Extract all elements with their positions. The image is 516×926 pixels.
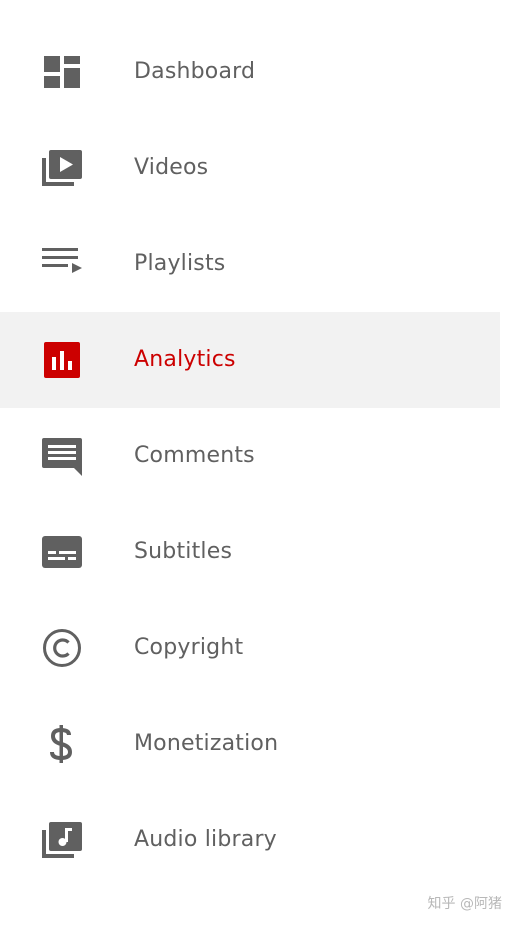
sidebar-item-copyright[interactable]: Copyright bbox=[0, 600, 500, 696]
copyright-icon bbox=[40, 628, 84, 668]
analytics-icon bbox=[40, 340, 84, 380]
comments-icon bbox=[40, 436, 84, 476]
sidebar-item-label: Videos bbox=[134, 155, 209, 180]
sidebar-item-label: Subtitles bbox=[134, 539, 233, 564]
sidebar-item-label: Comments bbox=[134, 443, 255, 468]
sidebar-item-dashboard[interactable]: Dashboard bbox=[0, 24, 500, 120]
sidebar-item-label: Monetization bbox=[134, 731, 279, 756]
dashboard-icon bbox=[40, 52, 84, 92]
sidebar-item-audio-library[interactable]: Audio library bbox=[0, 792, 500, 888]
sidebar-item-subtitles[interactable]: Subtitles bbox=[0, 504, 500, 600]
subtitles-icon bbox=[40, 532, 84, 572]
sidebar-item-monetization[interactable]: Monetization bbox=[0, 696, 500, 792]
sidebar-item-playlists[interactable]: Playlists bbox=[0, 216, 500, 312]
sidebar-item-comments[interactable]: Comments bbox=[0, 408, 500, 504]
sidebar-item-label: Dashboard bbox=[134, 59, 256, 84]
sidebar-item-videos[interactable]: Videos bbox=[0, 120, 500, 216]
sidebar-item-label: Audio library bbox=[134, 827, 277, 852]
watermark: 知乎 @阿猪 bbox=[427, 896, 502, 912]
audio-library-icon bbox=[40, 820, 84, 860]
videos-icon bbox=[40, 148, 84, 188]
playlist-icon bbox=[40, 244, 84, 284]
sidebar-item-label: Analytics bbox=[134, 347, 236, 372]
sidebar-item-analytics[interactable]: Analytics bbox=[0, 312, 500, 408]
sidebar-nav: Dashboard Videos Playlists Analytics Com… bbox=[0, 24, 500, 888]
sidebar-item-label: Playlists bbox=[134, 251, 226, 276]
dollar-icon bbox=[40, 724, 84, 764]
sidebar-item-label: Copyright bbox=[134, 635, 244, 660]
